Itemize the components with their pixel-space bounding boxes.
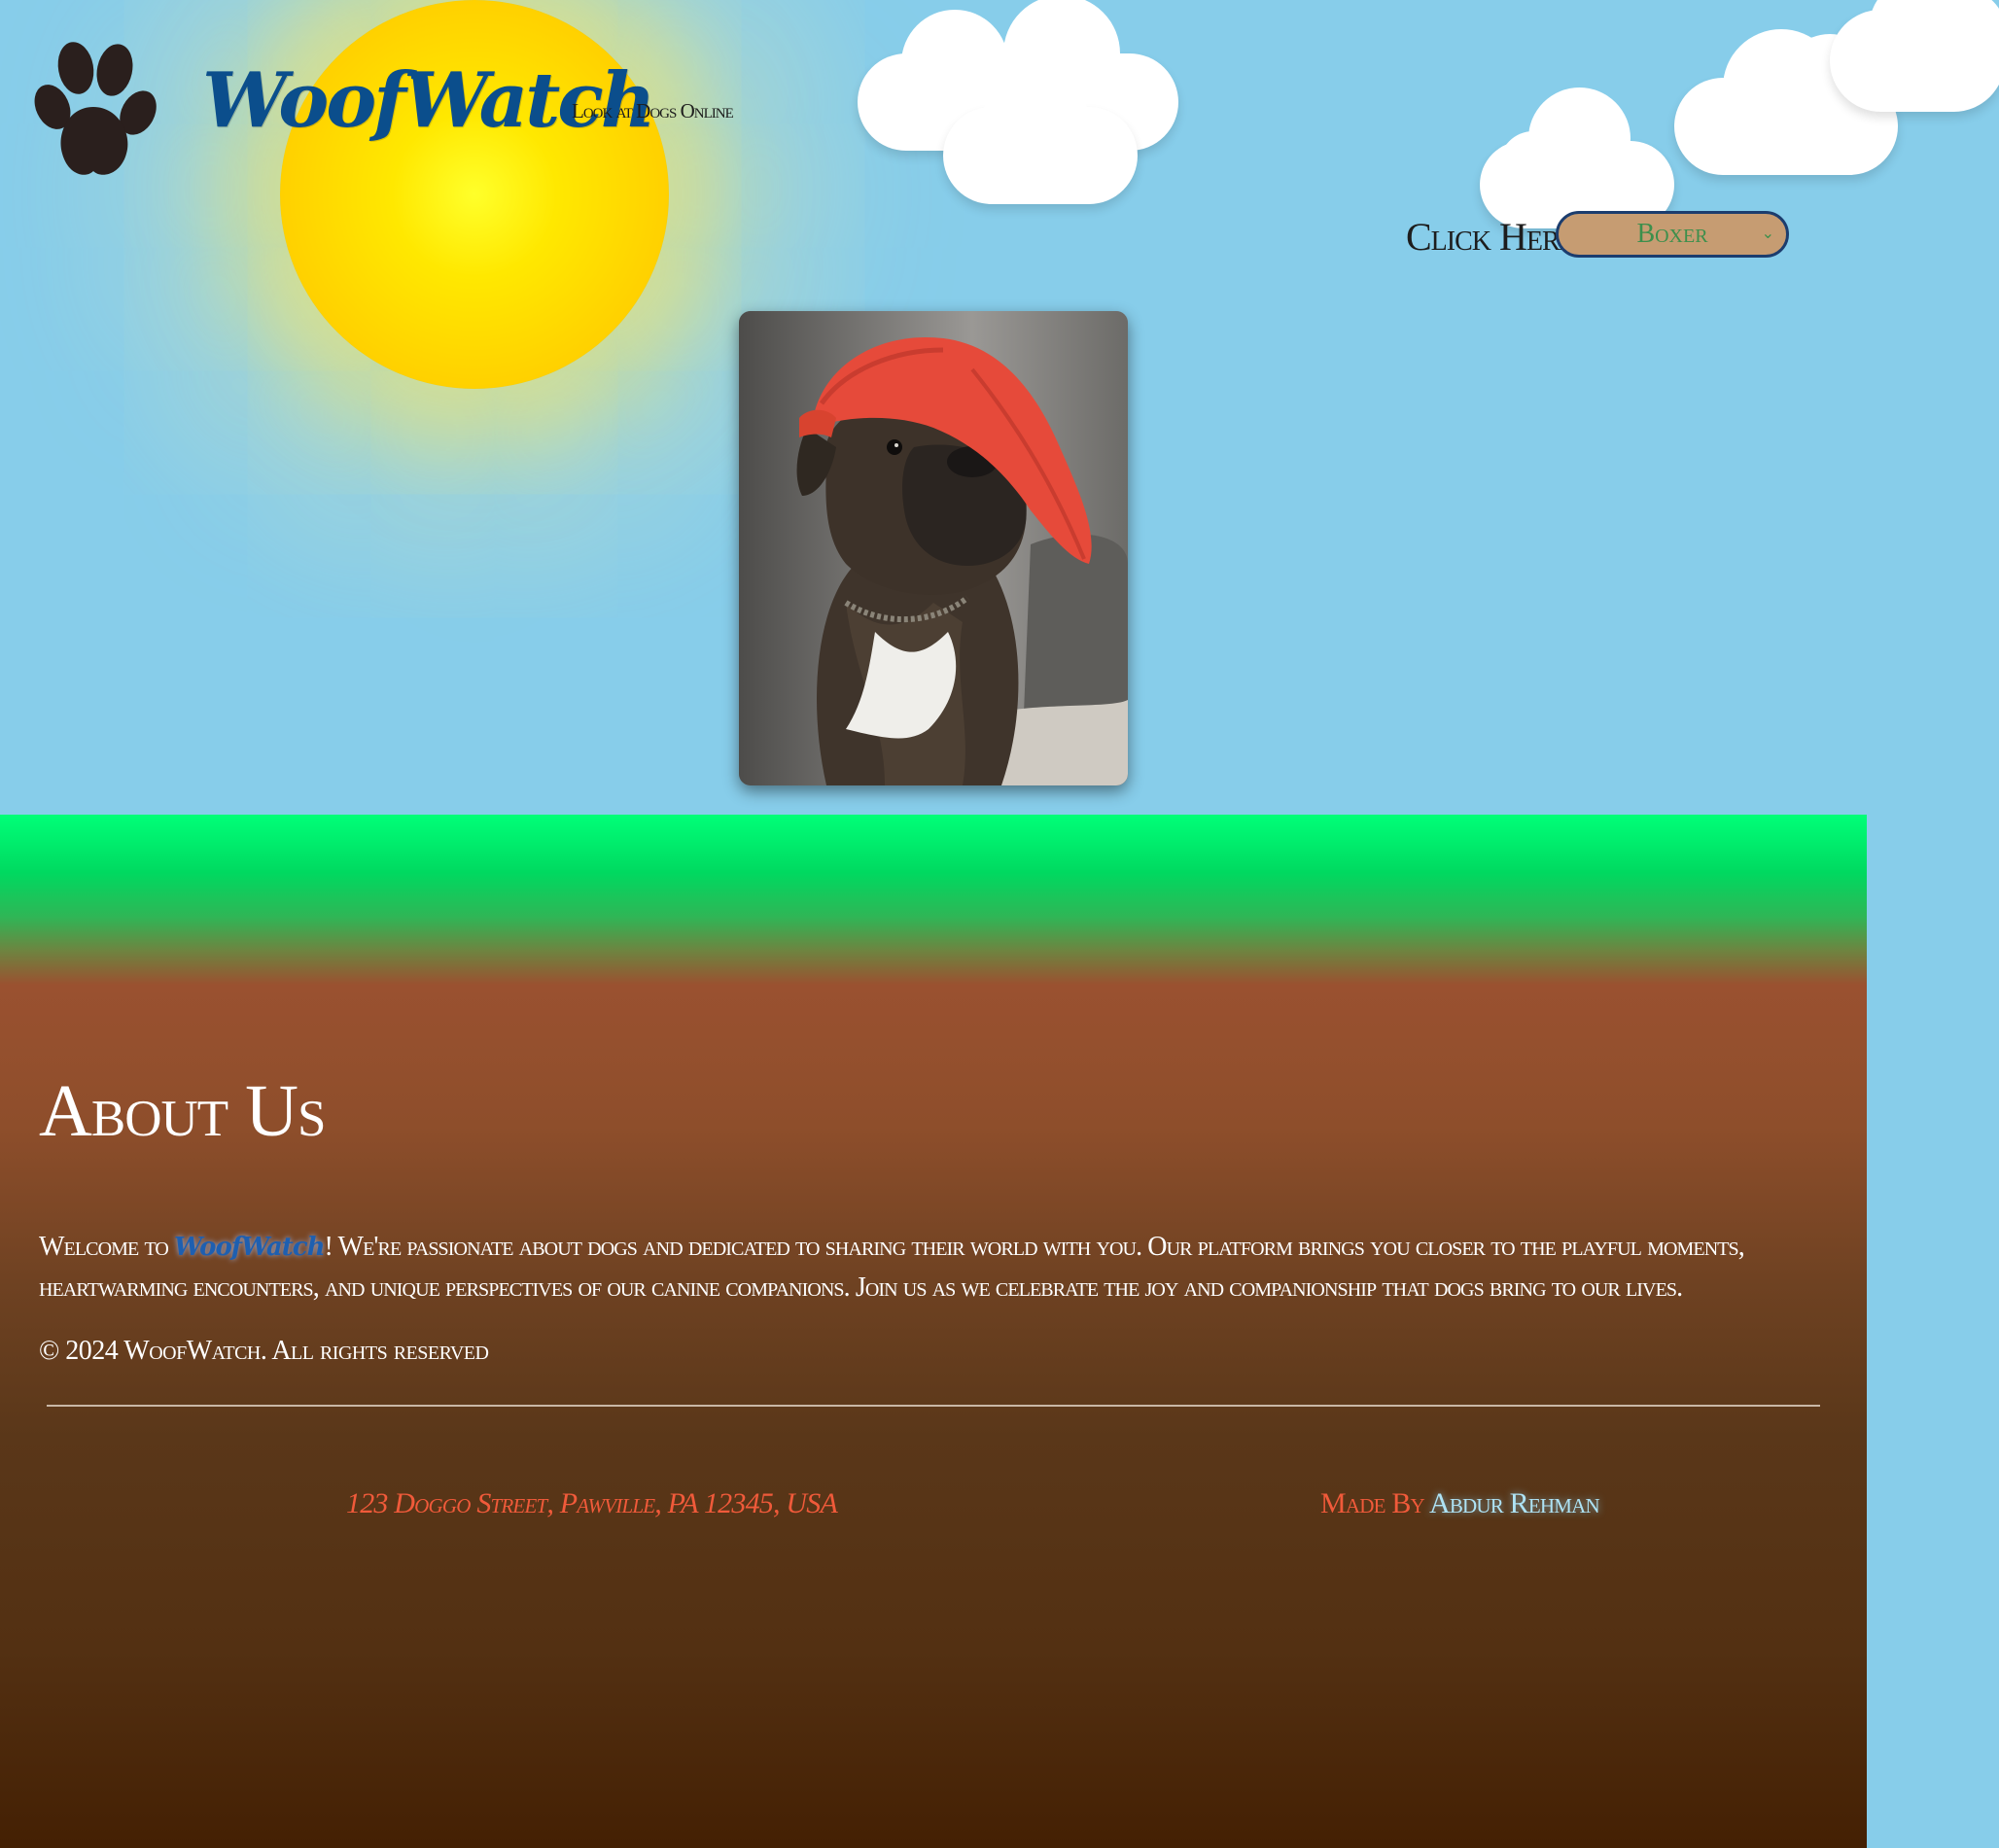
paw-icon xyxy=(34,42,157,175)
footer-address: 123 Doggo Street, Pawville, PA 12345, US… xyxy=(346,1487,838,1519)
about-title: About Us xyxy=(39,1070,327,1152)
breed-select-value: Boxer xyxy=(1636,219,1708,249)
about-intro-prefix: Welcome to xyxy=(39,1232,175,1262)
about-brand-link[interactable]: WoofWatch xyxy=(174,1233,325,1262)
dog-photo xyxy=(739,311,1128,785)
author-link[interactable]: Abdur Rehman xyxy=(1429,1487,1600,1519)
ground-section xyxy=(0,815,1867,1848)
tagline: Look at Dogs Online xyxy=(572,99,734,122)
footer-credit: Made By Abdur Rehman xyxy=(1320,1487,1600,1520)
cloud-decoration xyxy=(943,68,1138,204)
footer-divider xyxy=(47,1405,1820,1407)
chevron-down-icon: ⌄ xyxy=(1761,224,1774,242)
credit-prefix: Made By xyxy=(1320,1487,1429,1519)
copyright-text: © 2024 WoofWatch. All rights reserved xyxy=(39,1336,489,1366)
breed-select[interactable]: Boxer ⌄ xyxy=(1556,211,1789,258)
dog-illustration xyxy=(739,311,1128,785)
cloud-decoration xyxy=(1830,0,1999,112)
about-paragraph: Welcome to WoofWatch! We're passionate a… xyxy=(39,1227,1847,1308)
